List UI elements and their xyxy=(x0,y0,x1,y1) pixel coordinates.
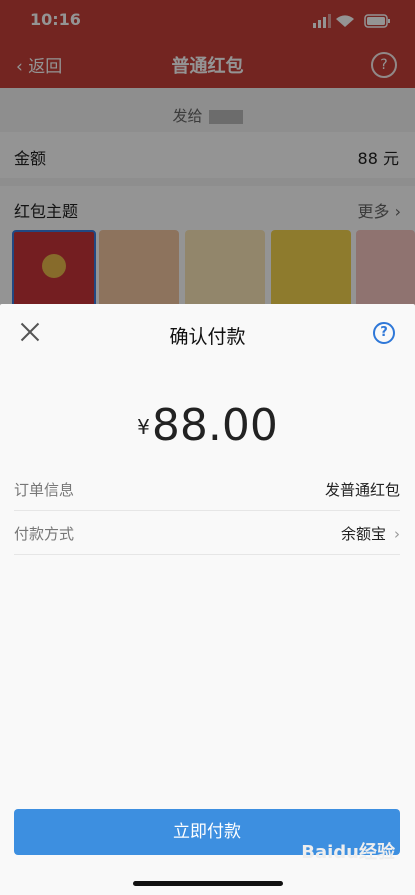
payment-method-value: 余额宝 › xyxy=(341,523,400,544)
watermark: Baidu经验 xyxy=(301,842,395,863)
payment-method-row[interactable]: 付款方式 余额宝 › xyxy=(14,510,400,555)
order-info-row: 订单信息 发普通红包 xyxy=(14,466,400,511)
sheet-header: 确认付款 ? xyxy=(0,304,415,366)
currency-symbol: ¥ xyxy=(137,415,150,439)
confirm-payment-sheet: 确认付款 ? ¥88.00 订单信息 发普通红包 付款方式 余额宝 › 立即付款 xyxy=(0,304,415,895)
payment-amount: ¥88.00 xyxy=(0,400,415,451)
order-info-label: 订单信息 xyxy=(14,481,75,499)
amount-number: 88.00 xyxy=(151,400,278,451)
payment-method-name: 余额宝 xyxy=(340,525,386,543)
order-info-value: 发普通红包 xyxy=(324,481,400,499)
chevron-right-icon: › xyxy=(394,525,400,543)
payment-method-label: 付款方式 xyxy=(14,525,75,543)
sheet-title: 确认付款 xyxy=(169,326,246,348)
home-indicator[interactable] xyxy=(133,881,283,886)
help-icon[interactable]: ? xyxy=(373,322,395,344)
